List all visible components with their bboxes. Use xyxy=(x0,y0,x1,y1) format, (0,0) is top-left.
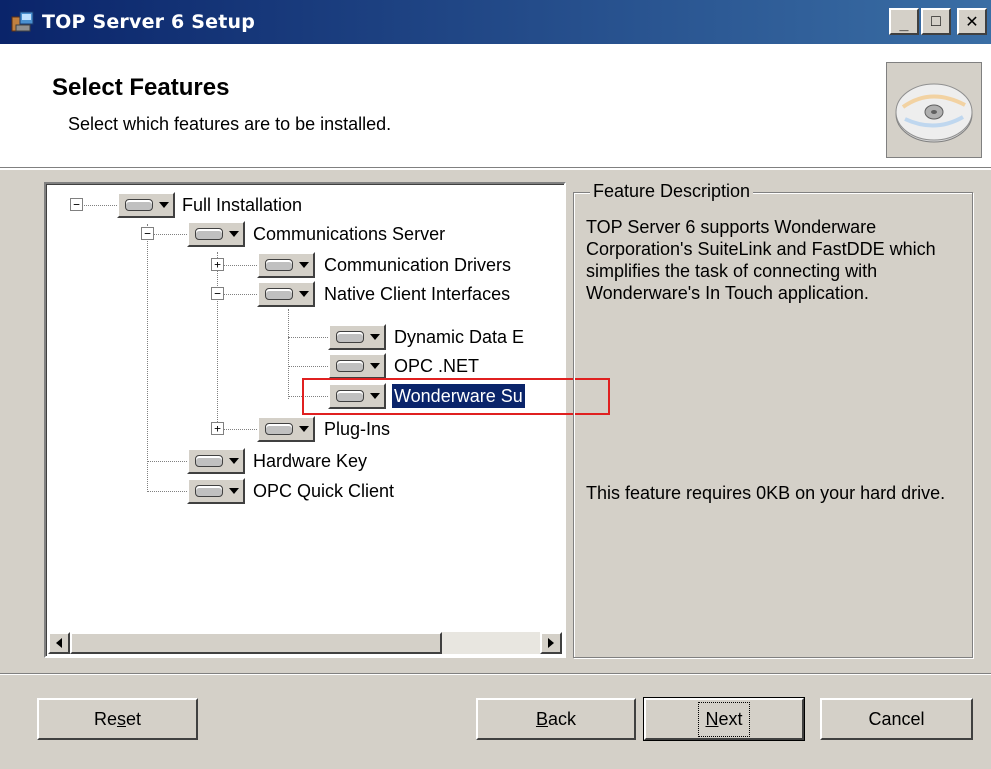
collapse-icon[interactable]: − xyxy=(141,227,154,240)
tree-item-native-client-interfaces[interactable]: Native Client Interfaces xyxy=(322,282,512,306)
minimize-button[interactable]: _ xyxy=(889,8,919,35)
feature-description-legend: Feature Description xyxy=(590,181,754,202)
highlight-annotation xyxy=(302,378,610,415)
tree-line xyxy=(217,252,218,430)
hard-drive-icon xyxy=(336,331,364,343)
minimize-icon: _ xyxy=(899,15,909,33)
left-arrow-icon xyxy=(56,638,62,648)
feature-state-button[interactable] xyxy=(187,448,245,474)
expand-icon[interactable]: + xyxy=(211,258,224,271)
setup-app-icon xyxy=(10,9,36,35)
hard-drive-icon xyxy=(195,485,223,497)
close-icon: ✕ xyxy=(965,13,979,31)
hard-drive-icon xyxy=(195,455,223,467)
feature-tree[interactable]: − Full Installation − Communications Ser… xyxy=(44,182,566,658)
tree-item-opc-net[interactable]: OPC .NET xyxy=(392,354,481,378)
hard-drive-icon xyxy=(265,288,293,300)
maximize-icon: □ xyxy=(931,12,941,30)
close-button[interactable]: ✕ xyxy=(957,8,987,35)
tree-line xyxy=(288,309,289,399)
expand-icon[interactable]: + xyxy=(211,422,224,435)
tree-item-communications-server[interactable]: Communications Server xyxy=(251,222,447,246)
feature-state-button[interactable] xyxy=(257,252,315,278)
tree-item-dynamic-data-exchange[interactable]: Dynamic Data E xyxy=(392,325,526,349)
scroll-left-button[interactable] xyxy=(48,632,70,654)
tree-item-plug-ins[interactable]: Plug-Ins xyxy=(322,417,392,441)
reset-button-label: Reset xyxy=(93,708,142,729)
feature-description-text: TOP Server 6 supports Wonderware Corpora… xyxy=(586,217,936,303)
window-controls: _ □ ✕ xyxy=(889,8,987,35)
hard-drive-icon xyxy=(195,228,223,240)
feature-state-button[interactable] xyxy=(187,478,245,504)
hard-drive-icon xyxy=(125,199,153,211)
hard-drive-icon xyxy=(265,259,293,271)
dropdown-arrow-icon xyxy=(299,262,309,268)
feature-state-button[interactable] xyxy=(117,192,175,218)
dropdown-arrow-icon xyxy=(229,488,239,494)
page-subtitle: Select which features are to be installe… xyxy=(68,114,392,134)
back-button[interactable]: Back xyxy=(476,698,636,740)
collapse-icon[interactable]: − xyxy=(211,287,224,300)
dropdown-arrow-icon xyxy=(229,458,239,464)
tree-line xyxy=(147,491,187,492)
tree-item-communication-drivers[interactable]: Communication Drivers xyxy=(322,253,513,277)
feature-state-button[interactable] xyxy=(187,221,245,247)
tree-line xyxy=(288,366,328,367)
footer-divider xyxy=(0,673,991,675)
tree-item-hardware-key[interactable]: Hardware Key xyxy=(251,449,369,473)
cd-icon xyxy=(886,62,982,158)
window-title: TOP Server 6 Setup xyxy=(42,11,256,33)
maximize-button[interactable]: □ xyxy=(921,8,951,35)
horizontal-scrollbar[interactable] xyxy=(48,632,562,654)
cancel-button[interactable]: Cancel xyxy=(820,698,973,740)
feature-state-button[interactable] xyxy=(328,353,386,379)
hard-drive-icon xyxy=(265,423,293,435)
dropdown-arrow-icon xyxy=(370,363,380,369)
collapse-icon[interactable]: − xyxy=(70,198,83,211)
feature-size-text: This feature requires 0KB on your hard d… xyxy=(586,483,946,503)
feature-state-button[interactable] xyxy=(257,416,315,442)
feature-state-button[interactable] xyxy=(328,324,386,350)
next-button[interactable]: Next xyxy=(643,697,805,741)
dropdown-arrow-icon xyxy=(159,202,169,208)
page-title: Select Features xyxy=(52,74,230,101)
tree-line xyxy=(77,205,117,206)
scroll-thumb[interactable] xyxy=(70,632,442,654)
dropdown-arrow-icon xyxy=(299,291,309,297)
tree-line xyxy=(147,461,187,462)
header-divider xyxy=(0,168,991,170)
tree-item-full-installation[interactable]: Full Installation xyxy=(180,193,304,217)
title-bar: TOP Server 6 Setup _ □ ✕ xyxy=(0,0,991,44)
tree-line xyxy=(288,337,328,338)
next-button-label: Next xyxy=(698,701,750,737)
reset-button[interactable]: Reset xyxy=(37,698,198,740)
dialog-header: Select Features Select which features ar… xyxy=(0,44,991,168)
back-button-label: Back xyxy=(535,708,577,729)
tree-item-opc-quick-client[interactable]: OPC Quick Client xyxy=(251,479,396,503)
dropdown-arrow-icon xyxy=(370,334,380,340)
tree-line xyxy=(147,224,148,492)
dropdown-arrow-icon xyxy=(299,426,309,432)
right-arrow-icon xyxy=(548,638,554,648)
cancel-button-label: Cancel xyxy=(868,708,925,729)
scroll-right-button[interactable] xyxy=(540,632,562,654)
feature-state-button[interactable] xyxy=(257,281,315,307)
hard-drive-icon xyxy=(336,360,364,372)
dropdown-arrow-icon xyxy=(229,231,239,237)
